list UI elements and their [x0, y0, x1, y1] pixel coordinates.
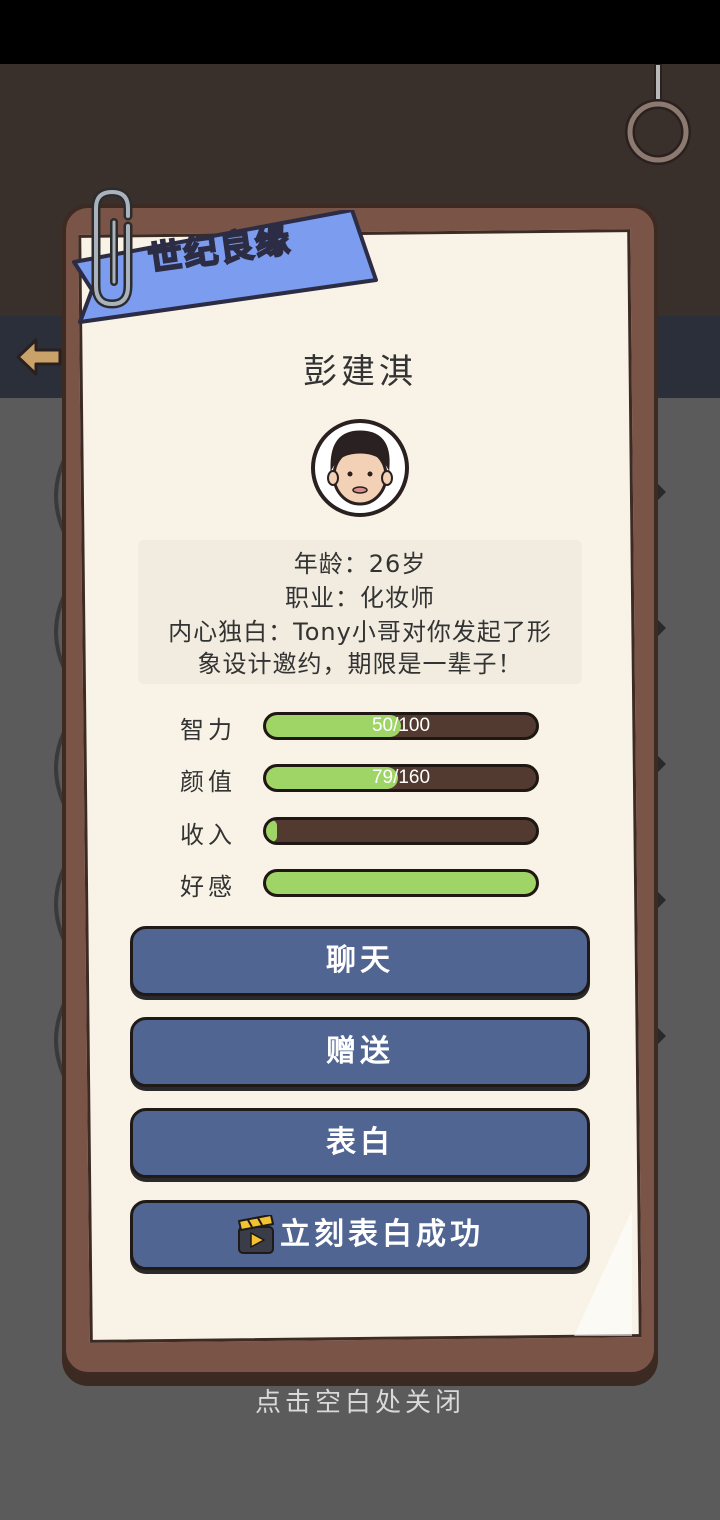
- avatar-icon: [311, 419, 409, 517]
- stat-value: 50/100: [371, 715, 431, 736]
- instant-confess-button[interactable]: 立刻表白成功: [130, 1200, 590, 1270]
- stat-bar-intelligence: 50/100: [263, 712, 539, 740]
- stat-label-affection: 好感: [180, 873, 236, 901]
- paperclip-icon: [91, 187, 133, 309]
- stat-bar-affection: [263, 869, 539, 897]
- age-text: 年龄：26岁: [293, 550, 427, 578]
- monologue-text-line-1: 内心独白：Tony小哥对你发起了形: [168, 618, 552, 646]
- hanging-ring-icon: [625, 64, 691, 165]
- instant-confess-button-label: 立刻表白成功: [280, 1217, 484, 1252]
- monologue-text-line-2: 象设计邀约，期限是一辈子！: [197, 650, 523, 678]
- stat-label-appearance: 颜值: [180, 768, 236, 796]
- stat-label-intelligence: 智力: [180, 716, 236, 744]
- stat-value: 79/160: [371, 767, 431, 788]
- confess-button[interactable]: 表白: [130, 1108, 590, 1178]
- close-hint[interactable]: 点击空白处关闭: [0, 1382, 720, 1419]
- confess-button-label: 表白: [326, 1125, 394, 1160]
- stat-label-income: 收入: [180, 821, 236, 849]
- chat-button[interactable]: 聊天: [130, 926, 590, 996]
- video-clapper-icon: [238, 1215, 274, 1254]
- stat-bar-income: [263, 817, 539, 845]
- occupation-text: 职业：化妆师: [285, 584, 435, 612]
- chat-button-label: 聊天: [326, 943, 394, 978]
- gift-button[interactable]: 赠送: [130, 1017, 590, 1087]
- stat-value: [266, 872, 536, 894]
- stat-bar-appearance: 79/160: [263, 764, 539, 792]
- stat-value: [266, 820, 536, 842]
- status-bar: [0, 0, 720, 64]
- gift-button-label: 赠送: [326, 1034, 394, 1069]
- character-name: 彭建淇: [303, 352, 417, 392]
